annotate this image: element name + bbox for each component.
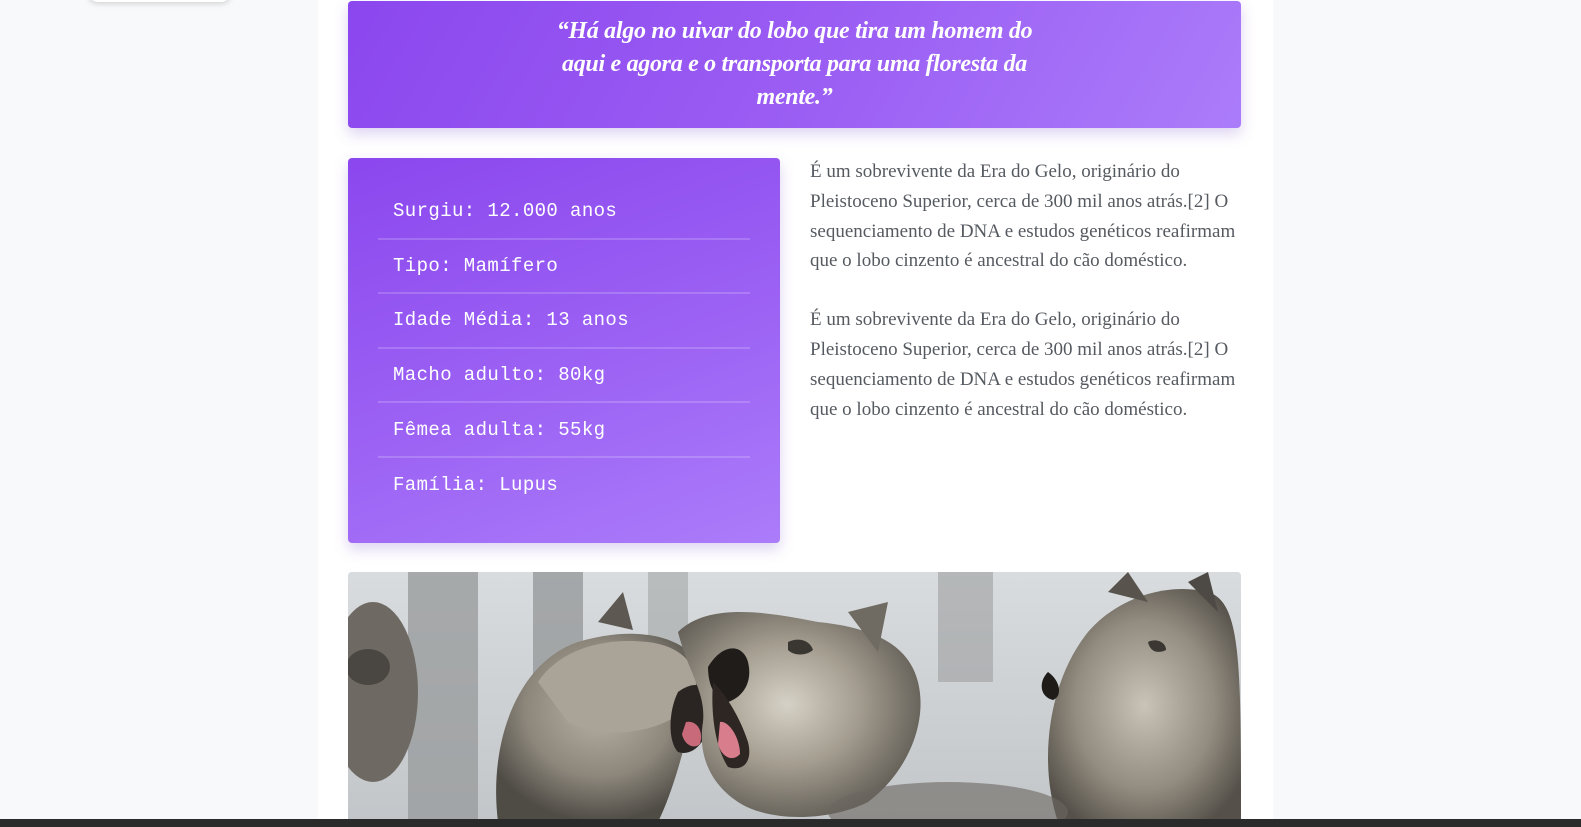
description-paragraph: É um sobrevivente da Era do Gelo, origin…	[810, 309, 1236, 420]
fact-item-surgiu: Surgiu: 12.000 anos	[378, 185, 750, 240]
quote-banner: “Há algo no uivar do lobo que tira um ho…	[348, 1, 1241, 128]
wolves-photo	[348, 572, 1241, 822]
sidebar-card	[88, 0, 231, 2]
bottom-bar	[0, 819, 1581, 827]
fact-item-familia: Família: Lupus	[393, 474, 559, 497]
fact-item-macho-adulto: Macho adulto: 80kg	[378, 349, 750, 404]
fact-item-idade-media: Idade Média: 13 anos	[378, 294, 750, 349]
description-paragraph: É um sobrevivente da Era do Gelo, origin…	[810, 161, 1236, 272]
facts-card: Surgiu: 12.000 anos Tipo: Mamífero Idade…	[348, 158, 780, 543]
wolves-illustration	[348, 572, 1241, 822]
fact-item-femea-adulta: Fêmea adulta: 55kg	[378, 403, 750, 458]
fact-item-tipo: Tipo: Mamífero	[378, 240, 750, 295]
quote-text: “Há algo no uivar do lobo que tira um ho…	[556, 18, 1033, 110]
description-column: É um sobrevivente da Era do Gelo, origin…	[810, 157, 1240, 453]
